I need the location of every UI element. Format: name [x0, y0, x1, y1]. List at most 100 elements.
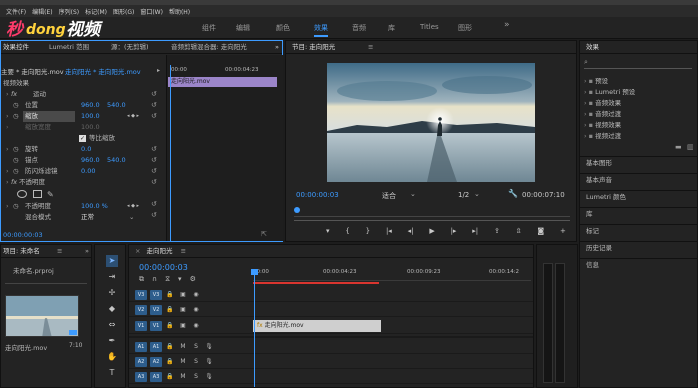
extract-icon[interactable]: ⇫ — [516, 227, 522, 239]
track-target-v2[interactable]: V2 — [135, 305, 147, 315]
timeline-playhead-handle[interactable] — [251, 269, 258, 275]
reset-icon[interactable]: ↺ — [151, 177, 165, 188]
tab-effect-controls[interactable]: 效果控件 — [3, 41, 29, 53]
lock-icon[interactable]: 🔒 — [165, 357, 175, 367]
effect-opacity-row[interactable]: › fx 不透明度 — [3, 177, 168, 188]
project-search-input[interactable] — [5, 278, 87, 284]
add-button-icon[interactable]: + — [560, 227, 566, 239]
effects-search-input[interactable]: ⌕ — [584, 58, 692, 69]
opacity-row[interactable]: › ◷ 不透明度 100.0 % ◂ ◆ ▸ — [3, 201, 168, 212]
lock-icon[interactable]: 🔒 — [165, 321, 175, 331]
ec-timecode[interactable]: 00:00:00:03 — [3, 231, 43, 239]
rotation-row[interactable]: › ◷ 旋转 0.0 — [3, 144, 168, 155]
fit-dropdown[interactable]: 适合 — [382, 191, 396, 201]
anti-flicker-value[interactable]: 0.00 — [81, 166, 95, 177]
solo-button[interactable]: S — [191, 357, 201, 367]
reset-icon[interactable]: ↺ — [151, 111, 165, 122]
mute-button[interactable]: M — [178, 357, 188, 367]
timeline-clip[interactable]: fx 走向阳光.mov — [253, 320, 381, 332]
track-a3[interactable]: A3 A3 🔒 M S 🎙 — [129, 370, 533, 384]
stopwatch-icon[interactable]: ◷ — [13, 111, 19, 122]
clip-thumbnail[interactable] — [5, 295, 79, 337]
stopwatch-icon[interactable]: ◷ — [13, 144, 19, 155]
lock-icon[interactable]: 🔒 — [165, 305, 175, 315]
reset-icon[interactable]: ↺ — [151, 155, 165, 166]
lock-icon[interactable]: 🔒 — [165, 372, 175, 382]
ws-effects[interactable]: 效果 — [314, 23, 328, 37]
mark-out-icon[interactable]: } — [366, 227, 370, 239]
panel-history[interactable]: 历史记录 — [580, 241, 698, 254]
track-v1[interactable]: V1 V1 🔒 ▣ ◉ fx 走向阳光.mov — [129, 318, 533, 334]
panel-more-icon[interactable]: » — [275, 41, 279, 53]
anchor-row[interactable]: ◷ 锚点 960.0 540.0 — [3, 155, 168, 166]
selection-tool-icon[interactable]: ➤ — [106, 255, 118, 267]
type-tool-icon[interactable]: T — [106, 367, 118, 379]
new-bin-icon[interactable]: ▬ — [675, 143, 682, 151]
panel-info[interactable]: 信息 — [580, 258, 698, 271]
pen-mask-icon[interactable]: ✎ — [47, 189, 54, 200]
ec-clip-bar[interactable]: 走向阳光.mov — [168, 77, 277, 87]
menu-sequence[interactable]: 序列(S) — [59, 7, 80, 16]
ws-titles[interactable]: Titles — [420, 23, 439, 31]
reset-icon[interactable]: ↺ — [151, 144, 165, 155]
uniform-scale-row[interactable]: ✓ 等比缩放 — [3, 133, 168, 144]
eye-icon[interactable]: ◉ — [191, 290, 201, 300]
uniform-scale-checkbox[interactable]: ✓ — [79, 135, 86, 142]
effects-item-audio-effects[interactable]: › ▪ 音频效果 — [584, 97, 621, 107]
ws-libraries[interactable]: 库 — [388, 23, 395, 33]
timeline-ruler[interactable]: 00:00 00:00:04:23 00:00:09:23 00:00:14:2 — [253, 267, 531, 281]
ec-mini-timeline[interactable]: 00:00 00:00:04:23 走向阳光.mov — [166, 55, 283, 241]
ellipse-mask-icon[interactable] — [17, 190, 27, 198]
timeline-timecode[interactable]: 00:00:00:03 — [139, 263, 188, 272]
menu-graphics[interactable]: 图形(G) — [113, 7, 134, 16]
project-clip-name[interactable]: 走向阳光.mov — [5, 342, 47, 352]
anti-flicker-row[interactable]: › ◷ 防闪烁滤镜 0.00 — [3, 166, 168, 177]
anchor-y-value[interactable]: 540.0 — [107, 155, 126, 166]
mic-icon[interactable]: 🎙 — [204, 372, 214, 382]
menu-edit[interactable]: 编辑(E) — [32, 7, 52, 16]
anchor-x-value[interactable]: 960.0 — [81, 155, 100, 166]
ec-export-icon[interactable]: ⇱ — [261, 230, 267, 238]
resolution-dropdown[interactable]: 1/2 — [458, 191, 469, 199]
stopwatch-icon[interactable]: ◷ — [13, 201, 19, 212]
track-target-a2[interactable]: A2 — [135, 357, 147, 367]
export-frame-icon[interactable]: ◙ — [537, 227, 544, 239]
position-row[interactable]: ◷ 位置 960.0 540.0 — [3, 100, 168, 111]
track-label-v1[interactable]: V1 — [150, 321, 162, 331]
pen-tool-icon[interactable]: ✒ — [106, 335, 118, 347]
effects-item-audio-transitions[interactable]: › ▪ 音频过渡 — [584, 108, 621, 118]
track-label-v2[interactable]: V2 — [150, 305, 162, 315]
tab-audio-clip-mixer[interactable]: 音频剪辑混合器: 走向阳光 — [171, 41, 247, 53]
track-a1[interactable]: A1 A1 🔒 M S 🎙 — [129, 340, 533, 354]
stopwatch-icon[interactable]: ◷ — [13, 166, 19, 177]
track-target-a3[interactable]: A3 — [135, 372, 147, 382]
stopwatch-icon[interactable]: ◷ — [13, 155, 19, 166]
sync-icon[interactable]: ▣ — [178, 321, 188, 331]
reset-icon[interactable]: ↺ — [151, 166, 165, 177]
solo-button[interactable]: S — [191, 342, 201, 352]
track-label-a1[interactable]: A1 — [150, 342, 162, 352]
track-target-a1[interactable]: A1 — [135, 342, 147, 352]
sequence-clip-label[interactable]: 走向阳光 * 走向阳光.mov — [65, 67, 141, 78]
track-label-a3[interactable]: A3 — [150, 372, 162, 382]
tab-lumetri-scopes[interactable]: Lumetri 范围 — [49, 41, 89, 53]
scale-row[interactable]: › ◷ 缩放 100.0 ◂ ◆ ▸ — [3, 111, 168, 122]
track-target-v3[interactable]: V3 — [135, 290, 147, 300]
video-frame[interactable] — [327, 63, 535, 182]
lift-icon[interactable]: ⇪ — [494, 227, 500, 239]
mic-icon[interactable]: 🎙 — [204, 357, 214, 367]
keyframe-nav-icon[interactable]: ◂ ◆ ▸ — [127, 201, 139, 212]
menu-window[interactable]: 窗口(W) — [140, 7, 163, 16]
program-title[interactable]: 节目: 走向阳光 ≡ — [286, 41, 576, 54]
scale-value[interactable]: 100.0 — [81, 111, 100, 122]
effects-item-video-effects[interactable]: › ▪ 视频效果 — [584, 119, 621, 129]
ws-assembly[interactable]: 组件 — [202, 23, 216, 33]
tab-source[interactable]: 源：(无剪辑) — [111, 41, 149, 53]
track-v3[interactable]: V3 V3 🔒 ▣ ◉ — [129, 288, 533, 302]
lock-icon[interactable]: 🔒 — [165, 290, 175, 300]
fx-icon[interactable]: fx — [11, 89, 17, 100]
go-to-out-icon[interactable]: ▸| — [472, 227, 478, 239]
reset-icon[interactable]: ↺ — [151, 100, 165, 111]
settings-icon[interactable]: ⚙ — [190, 275, 196, 285]
program-scrubber[interactable] — [294, 207, 570, 217]
